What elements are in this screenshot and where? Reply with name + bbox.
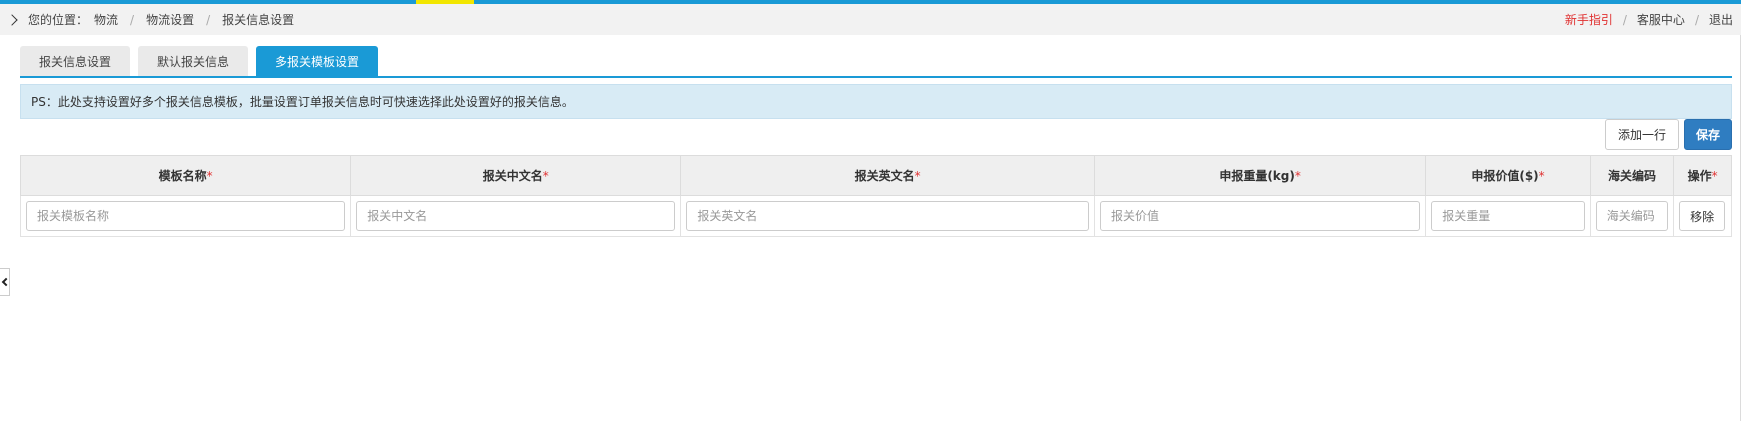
table-cell (1589, 195, 1675, 237)
column-header-chinese-name: 报关中文名* (350, 155, 682, 196)
column-header-declared-weight: 申报重量(kg)* (1093, 155, 1427, 196)
table-cell (19, 195, 352, 237)
link-separator: / (1694, 12, 1699, 27)
customs-template-table: 模板名称* 报关中文名* 报关英文名* 申报重量(kg)* 申报价值($)* 海… (19, 155, 1732, 237)
chevron-left-icon (1, 277, 10, 287)
table-row: 移除 (19, 195, 1732, 237)
breadcrumb-separator: / (206, 12, 211, 27)
breadcrumb-item-logistics[interactable]: 物流 (94, 11, 118, 28)
tab-multi-customs-template[interactable]: 多报关模板设置 (256, 46, 379, 76)
declared-value-input[interactable] (1431, 201, 1585, 231)
column-header-hs-code: 海关编码 (1589, 155, 1675, 196)
sidebar-collapse-handle[interactable] (0, 268, 10, 296)
table-cell (1425, 195, 1591, 237)
breadcrumb-item-customs-info-settings: 报关信息设置 (222, 13, 295, 27)
tab-bar: 报关信息设置 默认报关信息 多报关模板设置 (20, 46, 379, 76)
table-cell (1093, 195, 1427, 237)
remove-row-button[interactable]: 移除 (1679, 201, 1726, 231)
breadcrumb-prefix: 您的位置： (28, 13, 89, 27)
breadcrumb: 您的位置： 物流 / 物流设置 / 报关信息设置 (6, 11, 295, 28)
column-header-english-name: 报关英文名* (680, 155, 1095, 196)
column-header-declared-value: 申报价值($)* (1425, 155, 1591, 196)
add-row-button[interactable]: 添加一行 (1605, 119, 1679, 150)
beginner-guide-link[interactable]: 新手指引 (1565, 11, 1613, 28)
logout-link[interactable]: 退出 (1709, 11, 1733, 28)
column-header-actions: 操作* (1673, 155, 1732, 196)
table-cell (680, 195, 1095, 237)
chinese-name-input[interactable] (356, 201, 676, 231)
tab-underline (20, 76, 1732, 78)
tab-default-customs-info[interactable]: 默认报关信息 (138, 46, 249, 76)
save-button[interactable]: 保存 (1684, 119, 1732, 150)
english-name-input[interactable] (686, 201, 1089, 231)
table-cell (350, 195, 682, 237)
link-separator: / (1622, 12, 1627, 27)
breadcrumb-separator: / (130, 12, 135, 27)
column-header-template-name: 模板名称* (19, 155, 352, 196)
breadcrumb-item-logistics-settings[interactable]: 物流设置 (146, 11, 194, 28)
header-links: 新手指引 / 客服中心 / 退出 (1565, 11, 1733, 28)
chevron-right-icon (6, 13, 18, 26)
declared-weight-input[interactable] (1099, 201, 1421, 231)
tab-customs-info-settings[interactable]: 报关信息设置 (20, 46, 131, 76)
customer-service-link[interactable]: 客服中心 (1637, 11, 1685, 28)
template-name-input[interactable] (26, 201, 346, 231)
table-header-row: 模板名称* 报关中文名* 报关英文名* 申报重量(kg)* 申报价值($)* 海… (19, 155, 1732, 196)
table-cell: 移除 (1673, 195, 1732, 237)
notice-text: PS：此处支持设置好多个报关信息模板，批量设置订单报关信息时可快速选择此处设置好… (31, 95, 574, 109)
header-bar: 您的位置： 物流 / 物流设置 / 报关信息设置 新手指引 / 客服中心 / 退… (0, 4, 1741, 35)
notice-box: PS：此处支持设置好多个报关信息模板，批量设置订单报关信息时可快速选择此处设置好… (20, 84, 1732, 119)
hs-code-input[interactable] (1595, 201, 1669, 231)
